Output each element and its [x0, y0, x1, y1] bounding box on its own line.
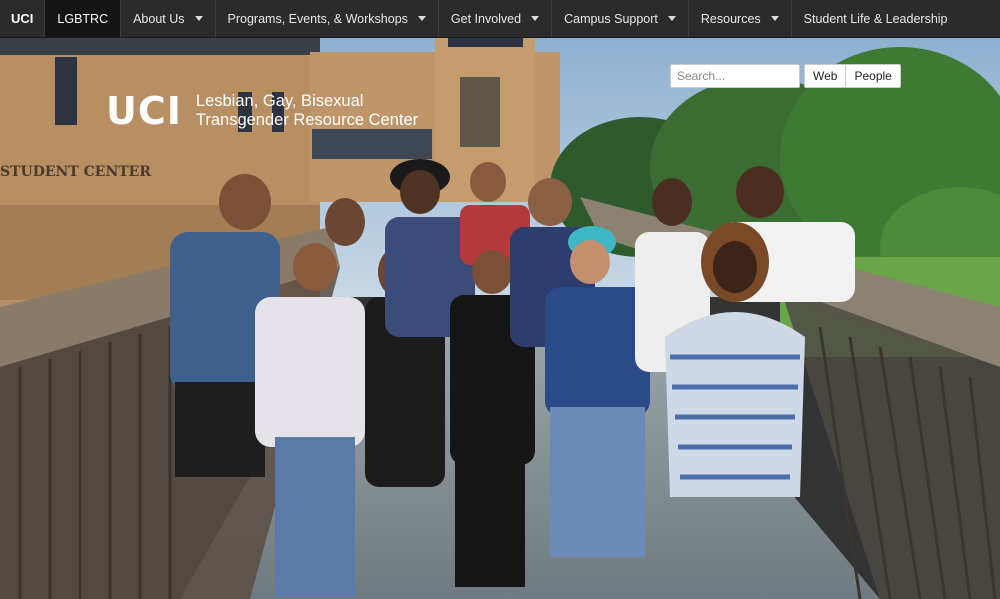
uci-logo: UCI [106, 89, 182, 133]
nav-about-us-label: About Us [133, 11, 185, 26]
nav-campus-support[interactable]: Campus Support [552, 0, 689, 37]
search-people-button[interactable]: People [846, 64, 901, 88]
nav-programs-label: Programs, Events, & Workshops [227, 11, 408, 26]
search-scope-toggle: Web People [804, 64, 901, 88]
nav-get-involved[interactable]: Get Involved [439, 0, 553, 37]
building-sign-text: STUDENT CENTER [0, 164, 151, 180]
nav-student-life-label: Student Life & Leadership [803, 11, 948, 26]
chevron-down-icon [531, 16, 540, 21]
site-brand[interactable]: UCI Lesbian, Gay, Bisexual Transgender R… [106, 92, 418, 130]
search-web-button[interactable]: Web [804, 64, 847, 88]
nav-student-life-leadership[interactable]: Student Life & Leadership [792, 0, 960, 37]
chevron-down-icon [417, 16, 426, 21]
nav-programs-events-workshops[interactable]: Programs, Events, & Workshops [216, 0, 439, 37]
site-name-line1: Lesbian, Gay, Bisexual [195, 92, 364, 110]
chevron-down-icon [194, 16, 203, 21]
nav-uci-home-link[interactable]: UCI [0, 0, 46, 37]
nav-resources[interactable]: Resources [689, 0, 792, 37]
nav-lgbtrc-link[interactable]: LGBTRC [45, 0, 122, 37]
search-bar: Web People [670, 64, 901, 88]
nav-resources-label: Resources [700, 11, 761, 26]
site-name: Lesbian, Gay, Bisexual Transgender Resou… [196, 92, 418, 130]
top-navigation-bar: UCI LGBTRC About Us Programs, Events, & … [0, 0, 1000, 38]
chevron-down-icon [770, 16, 779, 21]
nav-get-involved-label: Get Involved [450, 11, 522, 26]
chevron-down-icon [667, 16, 676, 21]
nav-campus-support-label: Campus Support [564, 11, 658, 26]
site-name-line2: Transgender Resource Center [195, 111, 419, 129]
hero-banner: STUDENT CENTER UCI Lesbian, Gay, Bisexua… [0, 37, 1000, 599]
nav-about-us[interactable]: About Us [121, 0, 216, 37]
search-input[interactable] [670, 64, 800, 88]
